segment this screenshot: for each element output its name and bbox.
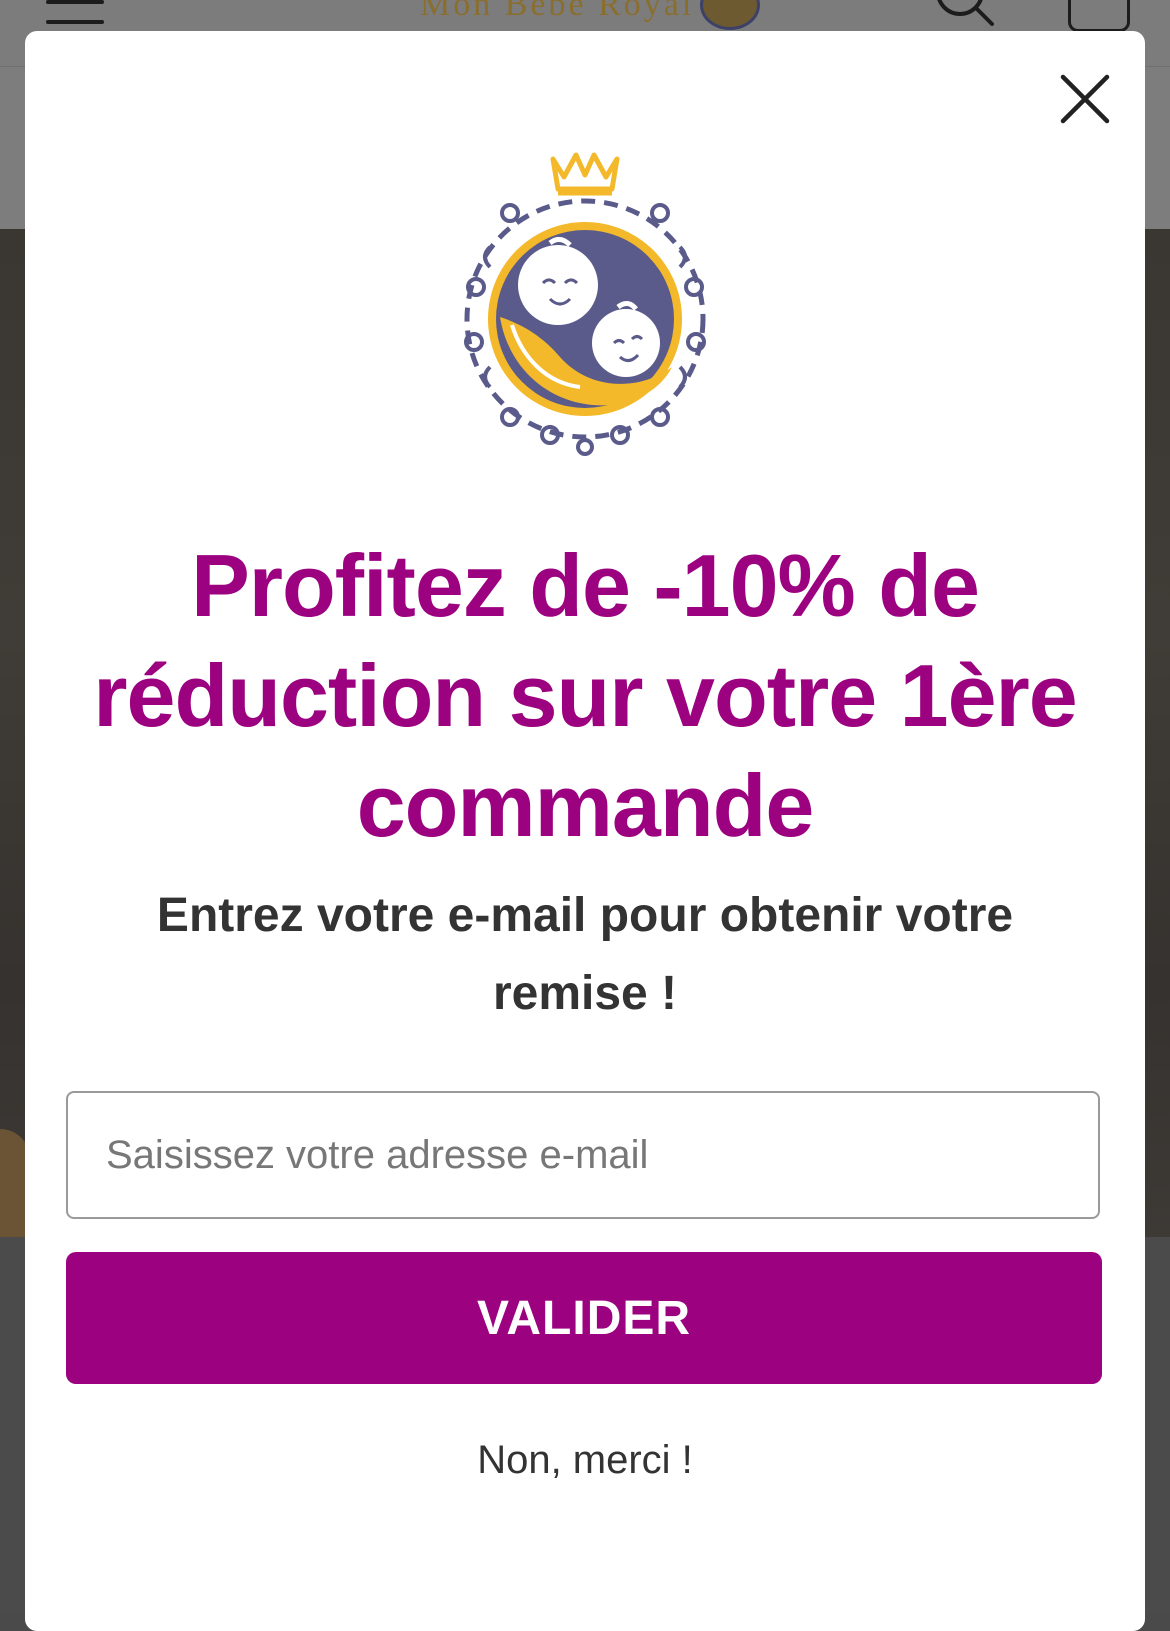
newsletter-popup: Profitez de -10% de réduction sur votre … xyxy=(25,31,1145,1631)
email-field[interactable] xyxy=(66,1091,1100,1219)
decline-link[interactable]: Non, merci ! xyxy=(385,1435,785,1485)
close-icon[interactable] xyxy=(1049,63,1121,135)
site-logo[interactable]: Mon Bébé Royal xyxy=(420,0,760,32)
popup-subheadline: Entrez votre e-mail pour obtenir votre r… xyxy=(156,889,1014,1020)
site-logo-text: Mon Bébé Royal xyxy=(420,0,695,23)
search-icon[interactable] xyxy=(930,0,1000,32)
royal-baby-crest-logo xyxy=(464,152,706,456)
submit-button[interactable]: VALIDER xyxy=(66,1252,1102,1384)
site-logo-mark xyxy=(700,0,760,30)
menu-icon[interactable] xyxy=(46,0,104,30)
popup-headline: Profitez de -10% de réduction sur votre … xyxy=(93,536,1077,855)
bag-icon[interactable] xyxy=(1068,0,1130,32)
